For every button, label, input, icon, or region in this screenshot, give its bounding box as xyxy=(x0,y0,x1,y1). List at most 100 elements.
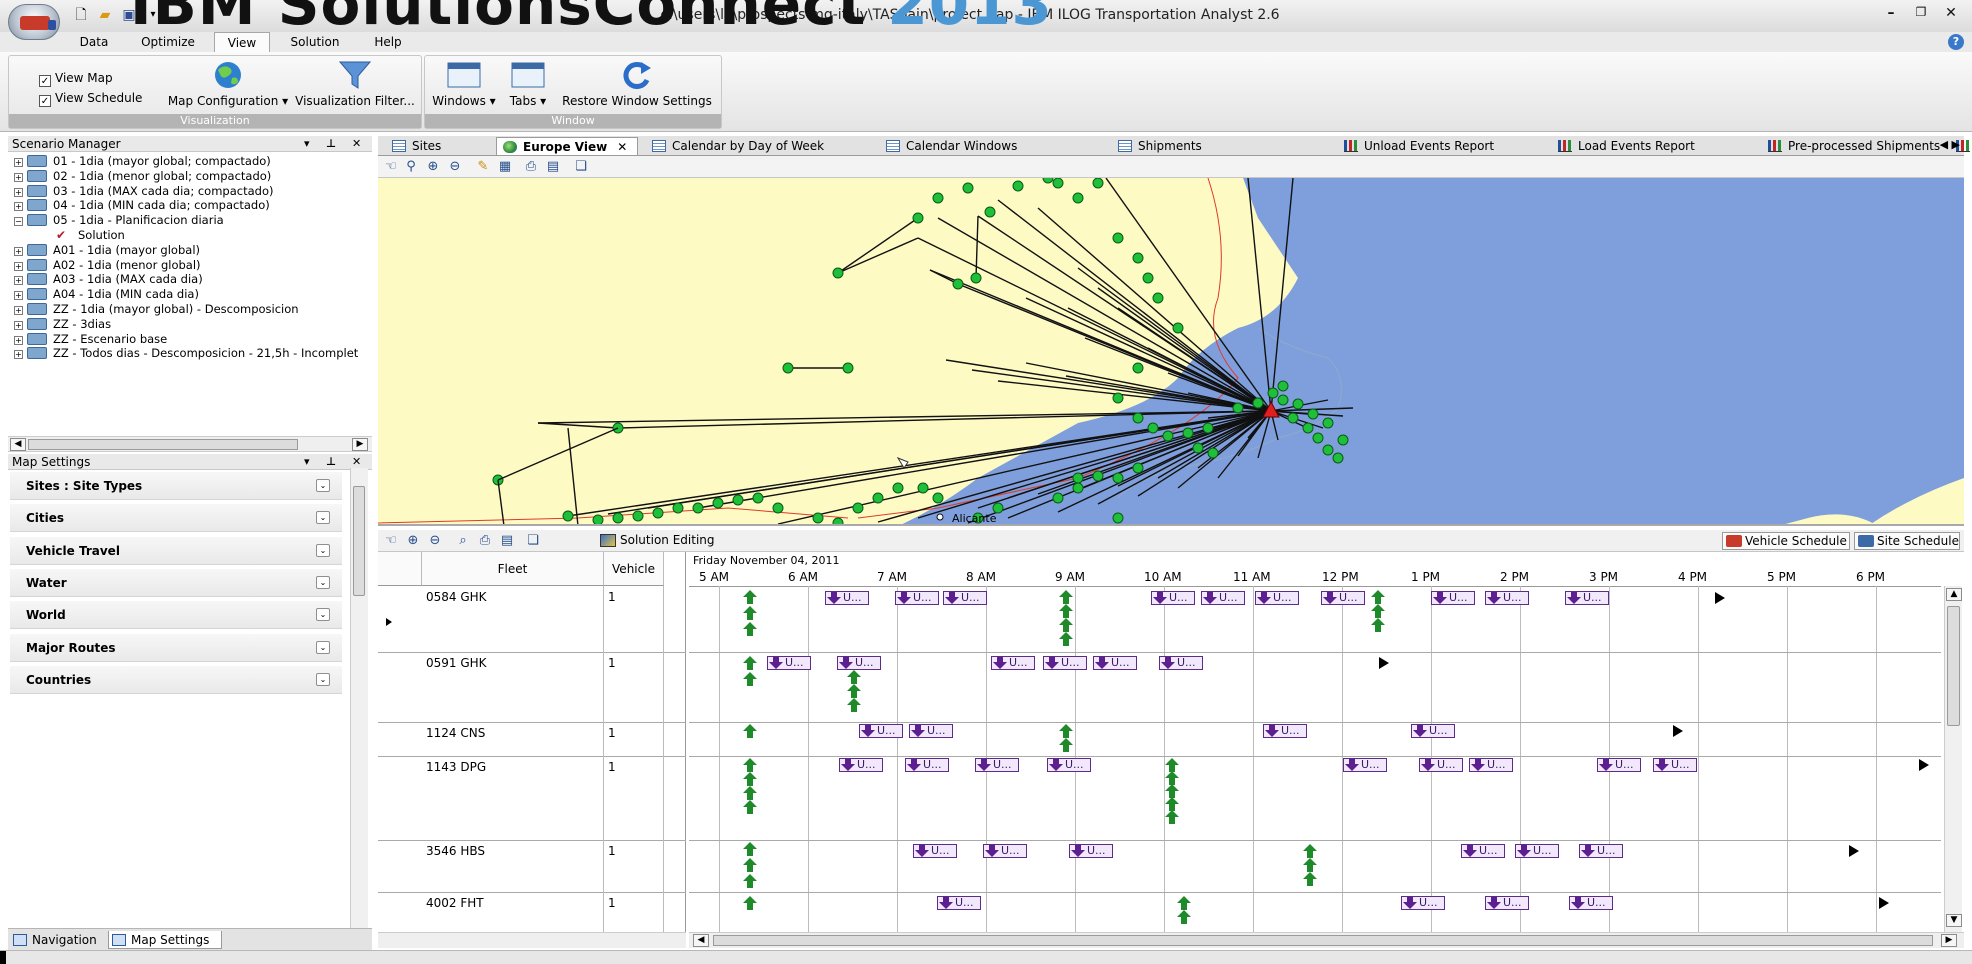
unload-event[interactable]: U... xyxy=(1485,896,1529,910)
unload-event[interactable]: U... xyxy=(943,591,987,605)
unload-event[interactable]: U... xyxy=(1043,656,1087,670)
unload-event[interactable]: U... xyxy=(1159,656,1203,670)
unload-event[interactable]: U... xyxy=(837,656,881,670)
load-arrow-icon[interactable] xyxy=(1059,738,1073,752)
tab-navigation[interactable]: Navigation xyxy=(10,931,106,949)
map-view[interactable]: Alicante xyxy=(378,178,1964,526)
pin-icon[interactable]: ⊥ xyxy=(326,454,336,470)
load-arrow-icon[interactable] xyxy=(847,670,861,684)
expand-icon[interactable]: + xyxy=(14,158,23,167)
vehicle-column-header[interactable]: Vehicle xyxy=(604,552,664,586)
load-arrow-icon[interactable] xyxy=(1059,724,1073,738)
application-button[interactable] xyxy=(8,4,60,40)
unload-event[interactable]: U... xyxy=(1201,591,1245,605)
scroll-left-icon[interactable]: ◀ xyxy=(10,438,26,451)
scroll-thumb[interactable] xyxy=(713,935,1933,946)
route-map[interactable] xyxy=(378,178,1964,526)
tree-item-scenario[interactable]: + A04 - 1dia (MIN cada dia) xyxy=(14,287,199,302)
tree-item-scenario[interactable]: + A03 - 1dia (MAX cada dia) xyxy=(14,272,203,287)
load-arrow-icon[interactable] xyxy=(1059,604,1073,618)
tab-data[interactable]: Data xyxy=(74,32,114,52)
expand-icon[interactable]: + xyxy=(14,202,23,212)
unload-event[interactable]: U... xyxy=(859,724,903,738)
tree-item-scenario[interactable]: +03 - 1dia (MAX cada dia; compactado) xyxy=(14,184,273,199)
fleet-cell[interactable]: 1124 CNS xyxy=(422,722,604,756)
fleet-cell[interactable]: 0584 GHK xyxy=(422,586,604,652)
zoom-box-icon[interactable]: ⚲ xyxy=(402,159,420,175)
zoom-in-icon[interactable]: ⊕ xyxy=(424,159,442,175)
unload-event[interactable]: U... xyxy=(1515,844,1559,858)
tree-item-scenario[interactable]: + A02 - 1dia (menor global) xyxy=(14,258,201,273)
expand-icon[interactable]: + xyxy=(14,187,23,197)
load-arrow-icon[interactable] xyxy=(1303,858,1317,872)
scroll-down-icon[interactable]: ▼ xyxy=(1946,914,1962,927)
pane-close-icon[interactable]: ✕ xyxy=(352,136,361,152)
load-arrow-icon[interactable] xyxy=(743,758,757,772)
pin-icon[interactable]: ⊥ xyxy=(326,136,336,152)
unload-event[interactable]: U... xyxy=(1263,724,1307,738)
unload-event[interactable]: U... xyxy=(1431,591,1475,605)
load-arrow-icon[interactable] xyxy=(847,698,861,712)
print-icon[interactable]: ⎙ xyxy=(522,159,540,175)
map-setting-row[interactable]: Water ⌄ xyxy=(10,568,342,597)
load-arrow-icon[interactable] xyxy=(1165,797,1179,811)
pan-icon[interactable]: ☜ xyxy=(382,159,400,175)
scroll-thumb[interactable] xyxy=(353,486,365,596)
doc-tab[interactable]: Sites xyxy=(386,137,486,155)
load-arrow-icon[interactable] xyxy=(743,724,757,738)
vehicle-cell[interactable]: 1 xyxy=(604,840,664,892)
load-arrow-icon[interactable] xyxy=(743,772,757,786)
tab-map-settings[interactable]: Map Settings xyxy=(108,931,222,949)
load-arrow-icon[interactable] xyxy=(1165,771,1179,785)
minimize-button[interactable]: – xyxy=(1880,5,1902,21)
scroll-up-icon[interactable]: ▲ xyxy=(1946,588,1962,601)
doc-tab[interactable]: Load Events Report xyxy=(1552,137,1750,155)
expand-icon[interactable]: + xyxy=(14,276,23,286)
load-arrow-icon[interactable] xyxy=(743,606,757,620)
map-setting-row[interactable]: Major Routes ⌄ xyxy=(10,633,342,662)
expand-chevron-icon[interactable]: ⌄ xyxy=(316,575,330,589)
unload-event[interactable]: U... xyxy=(1419,758,1463,772)
fleet-column-header[interactable]: Fleet xyxy=(422,552,604,586)
unload-event[interactable]: U... xyxy=(983,844,1027,858)
tab-scroll-icon[interactable]: ◀ ▶ xyxy=(1940,138,1960,151)
expand-icon[interactable]: + xyxy=(14,320,23,330)
unload-event[interactable]: U... xyxy=(1047,758,1091,772)
load-arrow-icon[interactable] xyxy=(743,842,757,856)
load-arrow-icon[interactable] xyxy=(743,622,757,636)
vehicle-cell[interactable]: 1 xyxy=(604,756,664,840)
map-setting-row[interactable]: Cities ⌄ xyxy=(10,504,342,533)
fleet-cell[interactable]: 0591 GHK xyxy=(422,652,604,722)
unload-event[interactable]: U... xyxy=(1569,896,1613,910)
load-arrow-icon[interactable] xyxy=(743,896,757,910)
load-arrow-icon[interactable] xyxy=(743,656,757,670)
tree-item-scenario[interactable]: + ZZ - 3dias xyxy=(14,317,111,332)
expand-icon[interactable]: + xyxy=(14,350,23,360)
scroll-left-icon[interactable]: ◀ xyxy=(693,934,709,947)
tree-item-scenario[interactable]: +04 - 1dia (MIN cada dia; compactado) xyxy=(14,198,270,213)
map-setting-row[interactable]: World ⌄ xyxy=(10,601,342,630)
tab-view[interactable]: View xyxy=(214,32,270,52)
unload-event[interactable]: U... xyxy=(1093,656,1137,670)
tree-item-scenario[interactable]: +02 - 1dia (menor global; compactado) xyxy=(14,169,271,184)
scroll-thumb[interactable] xyxy=(28,439,298,450)
doc-tab[interactable]: Europe View ✕ xyxy=(496,137,638,155)
find-icon[interactable]: ⌕ xyxy=(454,533,472,549)
new-icon[interactable]: 🗋 xyxy=(72,7,90,23)
doc-tab[interactable]: Calendar by Day of Week xyxy=(646,137,868,155)
tabs-button[interactable]: Tabs ▾ xyxy=(503,60,553,114)
tab-close-icon[interactable]: ✕ xyxy=(617,140,627,154)
copy-icon[interactable]: ❏ xyxy=(524,533,542,549)
load-arrow-icon[interactable] xyxy=(743,858,757,872)
zoom-out-icon[interactable]: ⊖ xyxy=(426,533,444,549)
load-arrow-icon[interactable] xyxy=(743,800,757,814)
unload-event[interactable]: U... xyxy=(1069,844,1113,858)
expand-chevron-icon[interactable]: ⌄ xyxy=(316,479,330,492)
unload-event[interactable]: U... xyxy=(1321,591,1365,605)
copy-icon[interactable]: ❏ xyxy=(572,159,590,175)
print-icon[interactable]: ⎙ xyxy=(476,533,494,549)
unload-event[interactable]: U... xyxy=(839,758,883,772)
vehicle-cell[interactable]: 1 xyxy=(604,722,664,756)
expand-chevron-icon[interactable]: ⌄ xyxy=(316,511,330,525)
tree-item-scenario[interactable]: + ZZ - 1dia (mayor global) - Descomposici… xyxy=(14,302,299,317)
